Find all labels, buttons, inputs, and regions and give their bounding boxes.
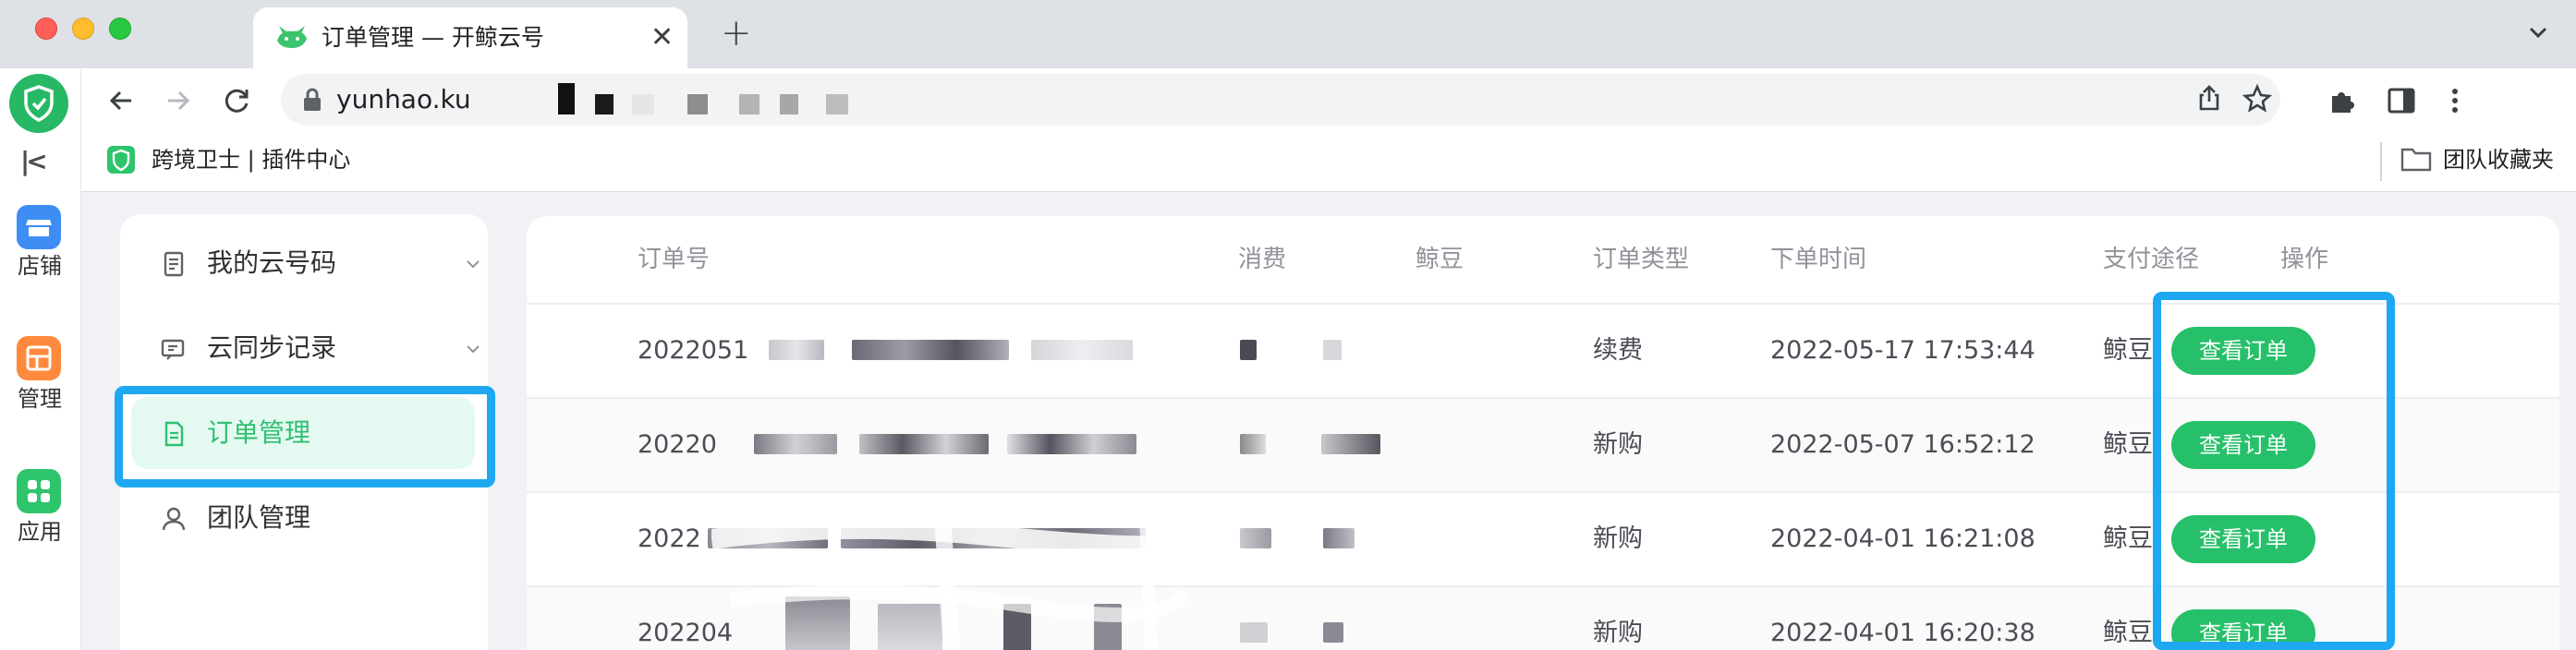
redacted-text <box>1240 340 1257 360</box>
bookmarks-divider <box>2380 142 2382 181</box>
redacted-url <box>595 94 614 114</box>
order-time: 2022-05-07 16:52:12 <box>1770 430 2035 459</box>
bookmark-star-icon[interactable] <box>2242 83 2273 114</box>
highlight-box-menu <box>115 386 495 488</box>
menu-item-team-management[interactable]: 团队管理 <box>131 482 475 554</box>
extensions-puzzle-icon[interactable] <box>2327 85 2358 116</box>
payment-method: 鲸豆 <box>2103 524 2153 553</box>
store-icon[interactable] <box>17 205 61 249</box>
order-time: 2022-05-17 17:53:44 <box>1770 336 2035 365</box>
extension-rail: |< 店铺 管理 应用 <box>0 68 81 650</box>
redacted-url <box>632 94 654 114</box>
back-arrow-icon[interactable] <box>105 85 137 116</box>
redacted-text <box>1007 434 1136 454</box>
highlight-box-actions <box>2153 292 2395 650</box>
order-number: 2022 <box>638 524 701 553</box>
redacted-text <box>754 434 837 454</box>
user-icon <box>162 507 186 531</box>
redacted-text <box>1240 622 1268 643</box>
shield-bookmark-icon <box>107 146 135 174</box>
side-panel-icon[interactable] <box>2386 85 2417 116</box>
column-header: 订单号 <box>638 246 711 273</box>
new-tab-button[interactable]: + <box>721 15 752 52</box>
bookmark-folder-team[interactable]: 团队收藏夹 <box>2443 146 2554 174</box>
redacted-text <box>1321 434 1380 454</box>
payment-method: 鲸豆 <box>2103 336 2153 365</box>
tab-strip: 订单管理 — 开鲸云号 ✕ + <box>0 0 2576 68</box>
redacted-url <box>826 94 848 114</box>
tab-title: 订单管理 — 开鲸云号 <box>322 24 544 51</box>
order-type: 续费 <box>1593 336 1643 365</box>
order-type: 新购 <box>1593 524 1643 553</box>
chat-record-icon <box>161 339 185 360</box>
lock-icon <box>304 88 321 111</box>
redacted-text <box>1240 434 1266 454</box>
window-close-button[interactable] <box>35 18 57 40</box>
payment-method: 鲸豆 <box>2103 619 2153 647</box>
document-icon <box>164 251 184 277</box>
browser-toolbar: yunhao.ku <box>81 68 2576 133</box>
redacted-url <box>687 94 708 114</box>
bookmark-plugin-center[interactable]: 跨境卫士 | 插件中心 <box>152 146 350 174</box>
bookmarks-bar: 跨境卫士 | 插件中心 团队收藏夹 <box>81 133 2576 192</box>
redacted-text <box>1323 528 1355 548</box>
redacted-url <box>780 94 798 114</box>
redacted-text <box>1323 340 1342 360</box>
redacted-text <box>1031 340 1133 360</box>
redacted-url <box>558 83 575 114</box>
window-minimize-button[interactable] <box>72 18 94 40</box>
window-maximize-button[interactable] <box>109 18 131 40</box>
redacted-text <box>1323 622 1343 643</box>
whale-favicon-icon <box>277 26 307 48</box>
column-header: 支付途径 <box>2103 246 2200 273</box>
redaction-scribble <box>711 517 1192 650</box>
folder-icon <box>2400 148 2432 172</box>
reload-icon[interactable] <box>222 85 253 116</box>
chevron-down-icon[interactable] <box>2524 18 2552 46</box>
forward-arrow-icon[interactable] <box>163 85 194 116</box>
apps-grid-icon[interactable] <box>17 469 61 513</box>
browser-tab-active[interactable]: 订单管理 — 开鲸云号 ✕ <box>253 7 687 68</box>
order-time: 2022-04-01 16:20:38 <box>1770 619 2035 647</box>
chevron-down-icon <box>467 260 480 269</box>
rail-label-store[interactable]: 店铺 <box>0 253 79 279</box>
payment-method: 鲸豆 <box>2103 430 2153 459</box>
order-time: 2022-04-01 16:21:08 <box>1770 524 2035 553</box>
redacted-url <box>739 94 759 114</box>
column-header: 订单类型 <box>1593 246 1690 273</box>
column-header: 消费 <box>1238 246 1287 273</box>
address-bar[interactable]: yunhao.ku <box>281 74 2280 126</box>
menu-item-my-cloud-numbers[interactable]: 我的云号码 <box>131 227 480 299</box>
manage-icon[interactable] <box>17 336 61 380</box>
redacted-text <box>769 340 824 360</box>
collapse-rail-icon[interactable]: |< <box>20 148 48 175</box>
rail-label-apps[interactable]: 应用 <box>0 519 79 545</box>
order-number: 20220 <box>638 430 717 459</box>
close-tab-icon[interactable]: ✕ <box>650 24 674 52</box>
redacted-text <box>859 434 989 454</box>
url-text[interactable]: yunhao.ku <box>336 85 471 114</box>
column-header: 下单时间 <box>1770 246 1867 273</box>
column-header: 鲸豆 <box>1416 246 1464 273</box>
menu-item-cloud-sync-records[interactable]: 云同步记录 <box>131 312 480 384</box>
order-type: 新购 <box>1593 430 1643 459</box>
order-type: 新购 <box>1593 619 1643 647</box>
order-number: 2022051 <box>638 336 749 365</box>
redacted-text <box>852 340 1009 360</box>
chevron-down-icon <box>467 345 480 354</box>
column-header: 操作 <box>2280 246 2329 273</box>
more-menu-icon[interactable] <box>2439 85 2471 116</box>
rail-label-manage[interactable]: 管理 <box>0 386 79 412</box>
redacted-text <box>1240 528 1271 548</box>
share-icon[interactable] <box>2193 83 2225 114</box>
shield-logo-icon[interactable] <box>9 74 68 133</box>
